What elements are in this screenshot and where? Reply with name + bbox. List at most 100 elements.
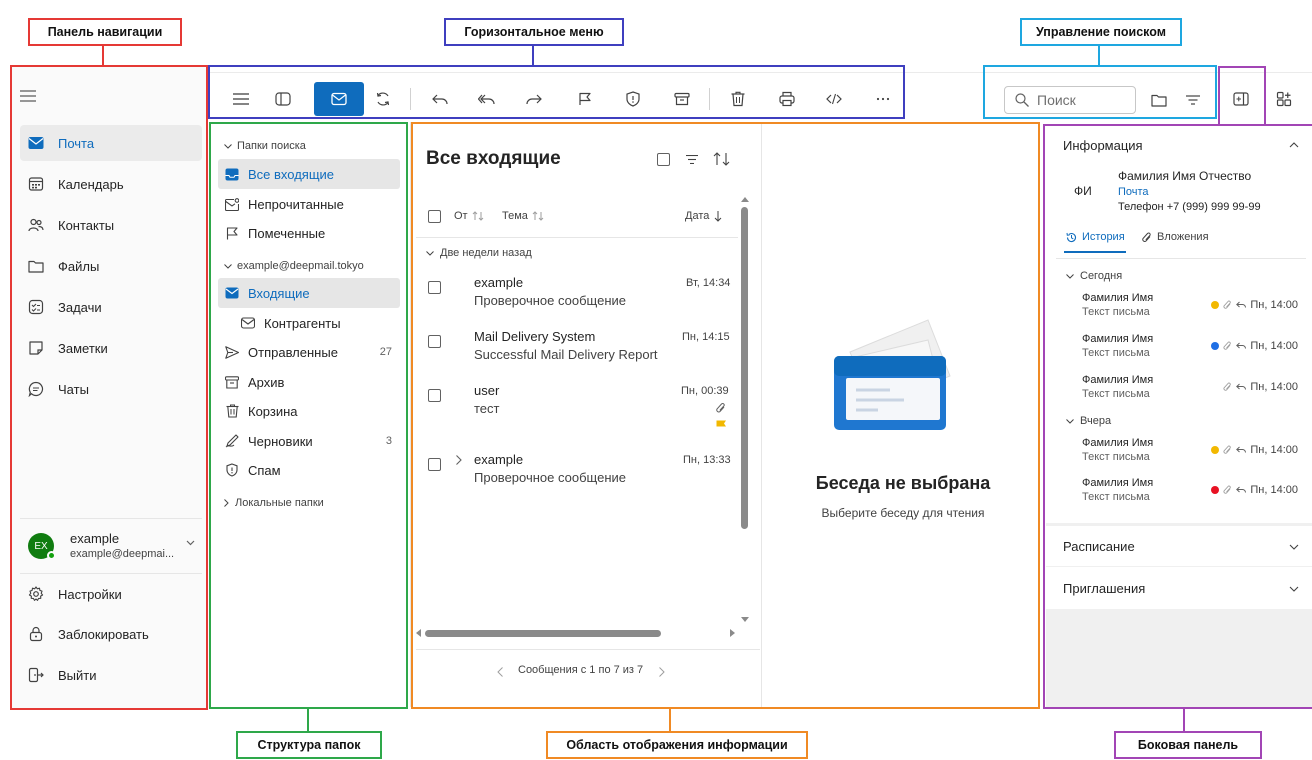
folder-group-search[interactable]: Папки поиска [224, 140, 306, 152]
avatar[interactable]: EX [28, 533, 56, 560]
flag-icon[interactable] [716, 420, 727, 430]
callout-search-control: Управление поиском [1020, 18, 1182, 46]
refresh-button[interactable] [367, 83, 399, 115]
message-subject: тест [474, 401, 500, 416]
sort-button[interactable] [713, 152, 731, 166]
delete-icon [731, 91, 745, 107]
mail-view-button[interactable] [314, 82, 364, 116]
calendar-icon [28, 176, 44, 192]
chevron-down-icon[interactable] [186, 540, 195, 546]
reply-all-button[interactable] [471, 83, 503, 115]
tab-history[interactable]: История [1066, 231, 1125, 243]
history-meta: Пн, 14:00 [1211, 484, 1298, 496]
nav-item-tasks[interactable]: Задачи [20, 289, 202, 325]
archive-button[interactable] [666, 83, 698, 115]
folder-count: 27 [379, 346, 392, 358]
source-code-button[interactable] [818, 83, 850, 115]
search-input[interactable]: Поиск [1004, 86, 1136, 114]
nav-item-chats[interactable]: Чаты [20, 371, 202, 407]
nav-item-mail[interactable]: Почта [20, 125, 202, 161]
group-label: Сегодня [1080, 270, 1123, 282]
nav-divider [20, 518, 202, 519]
divider [416, 237, 738, 238]
history-group-today[interactable]: Сегодня [1066, 270, 1122, 282]
menu-button[interactable] [225, 83, 257, 115]
search-folder-button[interactable] [1143, 84, 1175, 116]
folder-spam[interactable]: Спам [218, 455, 400, 485]
column-header-from[interactable]: От [454, 210, 484, 222]
next-page-button[interactable] [659, 667, 665, 677]
more-button[interactable] [867, 83, 899, 115]
folder-all-inbox[interactable]: Все входящие [218, 159, 400, 189]
row-checkbox[interactable] [428, 458, 441, 471]
hamburger-icon[interactable] [20, 90, 36, 102]
refresh-icon [375, 91, 391, 107]
nav-item-notes[interactable]: Заметки [20, 330, 202, 366]
logout-button[interactable]: Выйти [20, 657, 202, 693]
nav-item-calendar[interactable]: Календарь [20, 166, 202, 202]
chevron-down-icon[interactable] [1289, 586, 1299, 592]
nav-item-contacts[interactable]: Контакты [20, 207, 202, 243]
schedule-title: Расписание [1063, 539, 1135, 554]
folder-label: Спам [248, 462, 281, 478]
callout-folder-structure: Структура папок [236, 731, 382, 759]
history-meta: Пн, 14:00 [1211, 299, 1298, 311]
delete-button[interactable] [722, 83, 754, 115]
history-sender: Фамилия Имя [1082, 333, 1154, 345]
scroll-left-arrow[interactable] [415, 629, 421, 637]
account-email: example@deepmai... [70, 548, 175, 560]
folder-archive[interactable]: Архив [218, 367, 400, 397]
reply-button[interactable] [424, 83, 456, 115]
folder-contractors[interactable]: Контрагенты [234, 308, 400, 338]
folder-group-local[interactable]: Локальные папки [224, 497, 324, 509]
spam-button[interactable] [617, 83, 649, 115]
row-checkbox[interactable] [428, 281, 441, 294]
vertical-scrollbar-thumb[interactable] [741, 207, 748, 529]
scroll-down-arrow[interactable] [741, 617, 749, 625]
folder-group-account[interactable]: example@deepmail.tokyo [224, 260, 364, 272]
folder-unread[interactable]: Непрочитанные [218, 189, 400, 219]
settings-button[interactable]: Настройки [20, 576, 202, 612]
scroll-right-arrow[interactable] [730, 629, 736, 637]
callout-info-area: Область отображения информации [546, 731, 808, 759]
side-panel-toggle-button[interactable] [1225, 83, 1257, 115]
apps-button[interactable] [1268, 83, 1300, 115]
history-group-yesterday[interactable]: Вчера [1066, 415, 1111, 427]
nav-item-files[interactable]: Файлы [20, 248, 202, 284]
row-checkbox[interactable] [428, 335, 441, 348]
message-from: user [474, 383, 500, 398]
horizontal-scrollbar-thumb[interactable] [425, 630, 661, 637]
column-header-subject[interactable]: Тема [502, 210, 544, 222]
folder-flagged[interactable]: Помеченные [218, 218, 400, 248]
forward-button[interactable] [518, 83, 550, 115]
select-all-checkbox[interactable] [428, 210, 441, 223]
prev-page-button[interactable] [497, 667, 503, 677]
contact-mail-link[interactable]: Почта [1118, 186, 1149, 198]
select-all-checkbox[interactable] [657, 153, 670, 166]
flag-button[interactable] [569, 83, 601, 115]
folder-sent[interactable]: Отправленные 27 [218, 337, 400, 367]
chevron-right-icon[interactable] [456, 455, 462, 465]
column-label: От [454, 210, 468, 222]
scroll-up-arrow[interactable] [741, 196, 749, 204]
row-checkbox[interactable] [428, 389, 441, 402]
callout-connector [669, 709, 671, 731]
lock-button[interactable]: Заблокировать [20, 616, 202, 652]
folder-label: Корзина [248, 403, 298, 419]
nav-item-label: Заметки [58, 340, 108, 356]
group-header[interactable]: Две недели назад [426, 247, 532, 259]
folder-trash[interactable]: Корзина [218, 396, 400, 426]
folder-inbox[interactable]: Входящие [218, 278, 400, 308]
filter-button[interactable] [686, 155, 698, 164]
folder-drafts[interactable]: Черновики 3 [218, 426, 400, 456]
search-filter-button[interactable] [1177, 84, 1209, 116]
message-from: Mail Delivery System [474, 329, 596, 344]
divider [1056, 258, 1306, 259]
tab-attachments[interactable]: Вложения [1142, 231, 1209, 243]
panel-toggle-button[interactable] [267, 83, 299, 115]
chevron-down-icon[interactable] [1289, 544, 1299, 550]
chevron-up-icon[interactable] [1289, 142, 1299, 148]
print-button[interactable] [771, 83, 803, 115]
column-header-date[interactable]: Дата [685, 210, 722, 222]
callout-connector [102, 46, 104, 66]
